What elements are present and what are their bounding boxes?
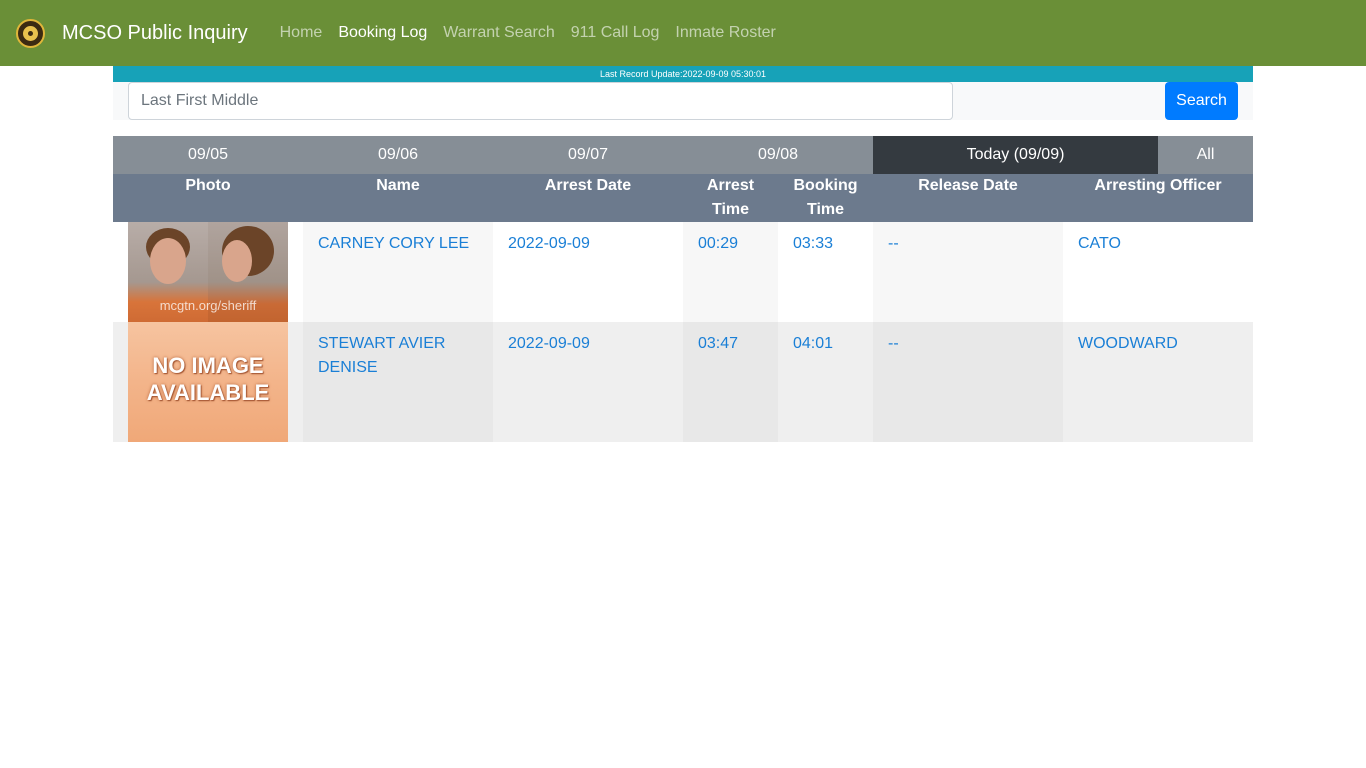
tab-09-08[interactable]: 09/08 bbox=[683, 136, 873, 174]
nav-links: Home Booking Log Warrant Search 911 Call… bbox=[272, 24, 784, 42]
name-cell: STEWART AVIER DENISE bbox=[303, 322, 493, 442]
booking-time-link[interactable]: 04:01 bbox=[793, 335, 833, 352]
search-input[interactable] bbox=[128, 82, 953, 120]
sheriff-badge-icon bbox=[16, 18, 45, 48]
brand[interactable]: MCSO Public Inquiry bbox=[16, 18, 248, 48]
arrest-time-link[interactable]: 03:47 bbox=[698, 335, 738, 352]
nav-warrant-search[interactable]: Warrant Search bbox=[435, 24, 562, 42]
release-date-cell: -- bbox=[873, 322, 1063, 442]
table-row: NO IMAGE AVAILABLE STEWART AVIER DENISE … bbox=[113, 322, 1253, 442]
header-arrest-time: Arrest Time bbox=[706, 177, 755, 218]
photo-cell: mcgtn.org/sheriff bbox=[113, 222, 303, 322]
top-navbar: MCSO Public Inquiry Home Booking Log War… bbox=[0, 0, 1366, 66]
nav-inmate-roster[interactable]: Inmate Roster bbox=[667, 24, 783, 42]
arrest-date-link[interactable]: 2022-09-09 bbox=[508, 235, 590, 252]
release-date-link[interactable]: -- bbox=[888, 235, 899, 252]
nav-booking-log[interactable]: Booking Log bbox=[330, 24, 435, 42]
header-booking-time: Booking Time bbox=[793, 177, 858, 218]
booking-time-cell: 03:33 bbox=[778, 222, 873, 322]
nav-911-call-log[interactable]: 911 Call Log bbox=[563, 24, 668, 42]
officer-link[interactable]: WOODWARD bbox=[1078, 335, 1178, 352]
header-arresting-officer: Arresting Officer bbox=[1094, 177, 1222, 194]
search-button[interactable]: Search bbox=[1165, 82, 1238, 120]
header-photo: Photo bbox=[185, 177, 231, 194]
header-name: Name bbox=[376, 177, 420, 194]
officer-cell: WOODWARD bbox=[1063, 322, 1253, 442]
tab-today[interactable]: Today (09/09) bbox=[873, 136, 1158, 174]
photo-watermark: mcgtn.org/sheriff bbox=[159, 298, 257, 313]
tab-all[interactable]: All bbox=[1158, 136, 1253, 174]
arrest-time-link[interactable]: 00:29 bbox=[698, 235, 738, 252]
officer-cell: CATO bbox=[1063, 222, 1253, 322]
last-update-banner: Last Record Update:2022-09-09 05:30:01 bbox=[113, 66, 1253, 82]
mugshot-photo[interactable]: mcgtn.org/sheriff bbox=[128, 222, 288, 322]
arrest-date-cell: 2022-09-09 bbox=[493, 222, 683, 322]
search-row: Search bbox=[113, 82, 1253, 120]
brand-title[interactable]: MCSO Public Inquiry bbox=[62, 22, 248, 45]
table-header: Photo Name Arrest Date Arrest Time Booki… bbox=[113, 174, 1253, 222]
arrest-time-cell: 03:47 bbox=[683, 322, 778, 442]
nav-home[interactable]: Home bbox=[272, 24, 331, 42]
arrest-date-link[interactable]: 2022-09-09 bbox=[508, 335, 590, 352]
inmate-name-link[interactable]: CARNEY CORY LEE bbox=[318, 235, 469, 252]
header-arrest-date: Arrest Date bbox=[544, 177, 632, 194]
no-image-text: NO IMAGE AVAILABLE bbox=[146, 353, 270, 405]
booking-time-link[interactable]: 03:33 bbox=[793, 235, 833, 252]
inmate-name-link[interactable]: STEWART AVIER DENISE bbox=[318, 335, 445, 376]
name-cell: CARNEY CORY LEE bbox=[303, 222, 493, 322]
date-tabs: 09/05 09/06 09/07 09/08 Today (09/09) Al… bbox=[113, 136, 1253, 174]
booking-time-cell: 04:01 bbox=[778, 322, 873, 442]
officer-link[interactable]: CATO bbox=[1078, 235, 1121, 252]
header-release-date: Release Date bbox=[918, 177, 1018, 194]
arrest-date-cell: 2022-09-09 bbox=[493, 322, 683, 442]
release-date-link[interactable]: -- bbox=[888, 335, 899, 352]
arrest-time-cell: 00:29 bbox=[683, 222, 778, 322]
tab-09-06[interactable]: 09/06 bbox=[303, 136, 493, 174]
release-date-cell: -- bbox=[873, 222, 1063, 322]
tab-09-05[interactable]: 09/05 bbox=[113, 136, 303, 174]
no-image-photo[interactable]: NO IMAGE AVAILABLE bbox=[128, 322, 288, 442]
photo-cell: NO IMAGE AVAILABLE bbox=[113, 322, 303, 442]
tab-09-07[interactable]: 09/07 bbox=[493, 136, 683, 174]
table-row: mcgtn.org/sheriff CARNEY CORY LEE 2022-0… bbox=[113, 222, 1253, 322]
